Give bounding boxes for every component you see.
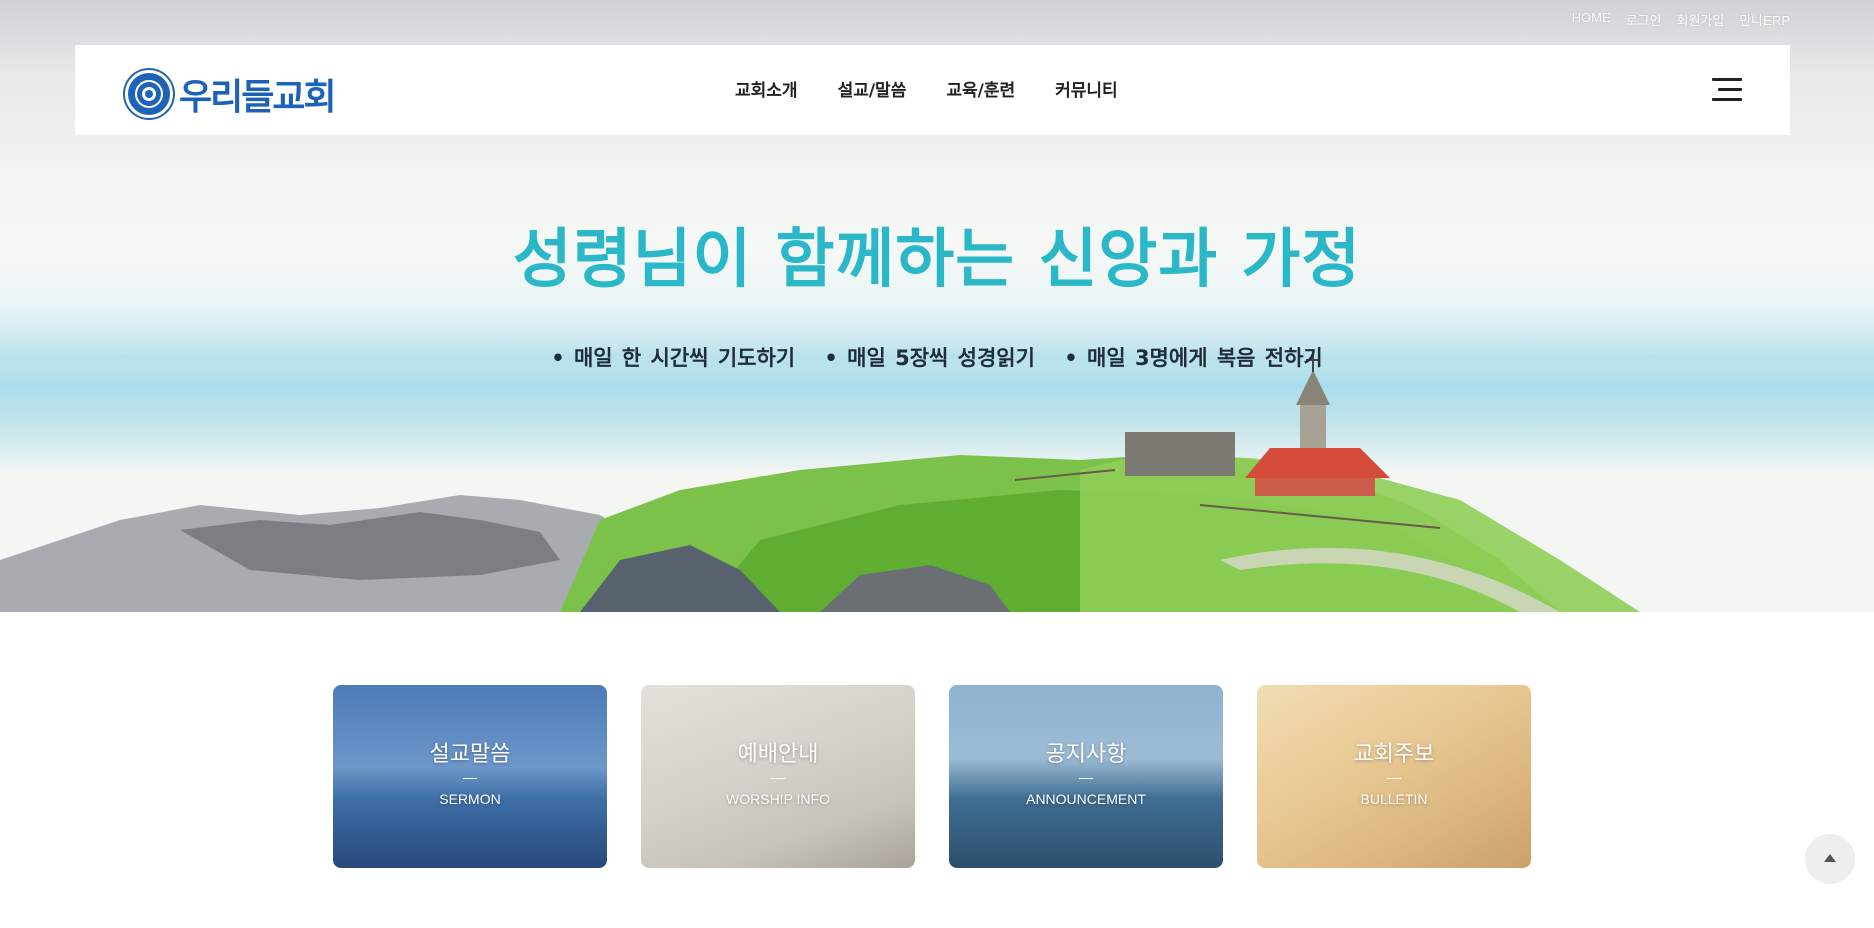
card-subtitle: BULLETIN bbox=[1360, 791, 1428, 807]
nav-item-about[interactable]: 교회소개 bbox=[735, 76, 798, 101]
utility-links: HOME 로그인 회원가입 만나ERP bbox=[1572, 10, 1790, 29]
card-sermon[interactable]: 설교말씀 SERMON bbox=[333, 685, 607, 868]
card-announcement[interactable]: 공지사항 ANNOUNCEMENT bbox=[949, 685, 1223, 868]
hero-item: • 매일 5장씩 성경읽기 bbox=[824, 346, 1035, 370]
logo-text: 우리들교회 bbox=[179, 77, 337, 118]
hero-subslogan: • 매일 한 시간씩 기도하기 • 매일 5장씩 성경읽기 • 매일 3명에게 … bbox=[0, 342, 1874, 372]
main-header: 우리들교회 교회소개 설교/말씀 교육/훈련 커뮤니티 bbox=[75, 45, 1790, 135]
logo[interactable]: 우리들교회 bbox=[125, 68, 337, 120]
card-worship-info[interactable]: 예배안내 WORSHIP INFO bbox=[641, 685, 915, 868]
card-title: 공지사항 bbox=[1045, 742, 1127, 767]
main-nav: 교회소개 설교/말씀 교육/훈련 커뮤니티 bbox=[735, 76, 1118, 101]
hero-item: • 매일 3명에게 복음 전하기 bbox=[1064, 346, 1323, 370]
scroll-top-button[interactable] bbox=[1805, 834, 1855, 884]
manna-erp-link[interactable]: 만나ERP bbox=[1739, 10, 1790, 29]
signup-link[interactable]: 회원가입 bbox=[1677, 10, 1725, 29]
card-title: 설교말씀 bbox=[429, 742, 511, 767]
church-emblem-icon bbox=[125, 70, 173, 118]
card-subtitle: WORSHIP INFO bbox=[726, 791, 830, 807]
card-title: 교회주보 bbox=[1353, 742, 1435, 767]
quick-link-cards: 설교말씀 SERMON 예배안내 WORSHIP INFO 공지사항 ANNOU… bbox=[333, 685, 1531, 868]
nav-item-sermon[interactable]: 설교/말씀 bbox=[838, 76, 907, 101]
hamburger-icon[interactable] bbox=[1712, 78, 1742, 102]
hero-item: • 매일 한 시간씩 기도하기 bbox=[551, 346, 796, 370]
nav-item-community[interactable]: 커뮤니티 bbox=[1055, 76, 1118, 101]
card-divider bbox=[771, 778, 785, 779]
hero-slogan: 성령님이 함께하는 신앙과 가정 bbox=[512, 223, 1362, 297]
card-title: 예배안내 bbox=[737, 742, 819, 767]
card-subtitle: ANNOUNCEMENT bbox=[1026, 791, 1146, 807]
arrow-up-icon bbox=[1824, 854, 1836, 862]
home-link[interactable]: HOME bbox=[1572, 10, 1611, 29]
card-divider bbox=[1079, 778, 1093, 779]
login-link[interactable]: 로그인 bbox=[1626, 10, 1662, 29]
card-divider bbox=[1387, 778, 1401, 779]
card-divider bbox=[463, 778, 477, 779]
card-subtitle: SERMON bbox=[439, 791, 501, 807]
nav-item-education[interactable]: 교육/훈련 bbox=[946, 76, 1015, 101]
card-bulletin[interactable]: 교회주보 BULLETIN bbox=[1257, 685, 1531, 868]
